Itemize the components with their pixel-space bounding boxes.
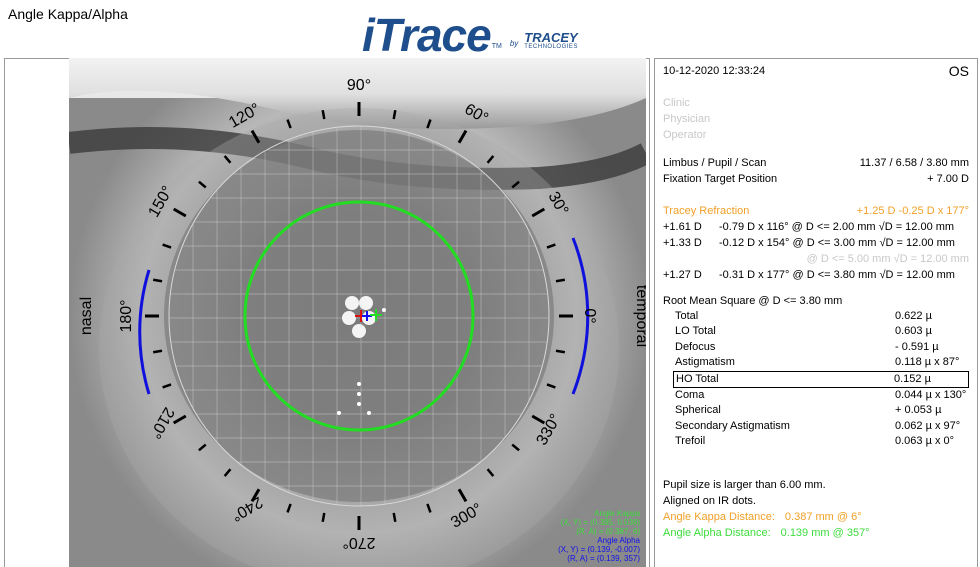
refraction-header: Tracey Refraction +1.25 D -0.25 D x 177° bbox=[663, 203, 969, 219]
angle-label-180: 180° bbox=[118, 299, 135, 332]
eye-overlay-svg: 90° 60° 30° 0° 330° 300° 270° 240° 210° … bbox=[69, 58, 646, 567]
angle-tick bbox=[392, 512, 397, 523]
rms-row: LO Total 0.603 µ bbox=[675, 325, 932, 338]
overlay-kappa-title: Angle Kappa bbox=[594, 509, 640, 518]
angle-label-0: 0° bbox=[581, 308, 598, 323]
temporal-label: temporal bbox=[633, 285, 646, 347]
nasal-label: nasal bbox=[78, 297, 95, 335]
alpha-distance-row: Angle Alpha Distance: 0.139 mm @ 357° bbox=[663, 525, 969, 541]
refraction-row: @ D <= 5.00 mm √D = 12.00 mm bbox=[806, 253, 969, 265]
overlay-alpha-title: Angle Alpha bbox=[597, 536, 640, 545]
alpha-label: Angle Alpha Distance: bbox=[663, 527, 771, 539]
kappa-distance-row: Angle Kappa Distance: 0.387 mm @ 6° bbox=[663, 509, 969, 525]
rms-row: Spherical + 0.053 µ bbox=[675, 404, 942, 417]
angle-tick bbox=[555, 349, 566, 354]
angle-tick bbox=[555, 278, 566, 283]
rms-row: Astigmatism 0.118 µ x 87° bbox=[675, 356, 960, 369]
rms-row: Secondary Astigmatism 0.062 µ x 97° bbox=[675, 419, 961, 432]
page-title: Angle Kappa/Alpha bbox=[8, 6, 128, 22]
angle-tick bbox=[321, 512, 326, 523]
rms-row: Total 0.622 µ bbox=[675, 310, 932, 322]
overlay-alpha-ra: (R, A) = (0.139, 357) bbox=[567, 554, 640, 563]
operator-label: Operator bbox=[663, 129, 707, 141]
angle-tick bbox=[392, 109, 397, 120]
alpha-value: 0.139 mm @ 357° bbox=[780, 527, 870, 539]
eye-side: OS bbox=[948, 63, 969, 79]
angle-tick bbox=[152, 278, 163, 283]
kappa-value: 0.387 mm @ 6° bbox=[784, 511, 862, 523]
clinic-label: Clinic bbox=[663, 97, 690, 109]
overlay-alpha-xy: (X, Y) = (0.139, -0.007) bbox=[558, 545, 640, 554]
rms-row-ho-total: HO Total 0.152 µ bbox=[673, 370, 969, 388]
refraction-row: +1.61 D -0.79 D x 116° @ D <= 2.00 mm √D… bbox=[663, 221, 955, 233]
fixation-row: Fixation Target Position + 7.00 D bbox=[663, 171, 969, 187]
angle-overlay-text: Angle Kappa (X, Y) = (0.385, 0.038) (R, … bbox=[558, 509, 640, 563]
tracey-logo: TRACEY TECHNOLOGIES bbox=[524, 31, 578, 50]
logo-company-sub: TECHNOLOGIES bbox=[524, 44, 578, 50]
datetime-row: 10-12-2020 12:33:24 OS bbox=[663, 63, 969, 79]
logo-main: iTrace bbox=[362, 9, 492, 61]
angle-label-90: 90° bbox=[347, 77, 371, 94]
overlay-kappa-xy: (X, Y) = (0.385, 0.038) bbox=[560, 518, 640, 527]
limbus-row: Limbus / Pupil / Scan 11.37 / 6.58 / 3.8… bbox=[663, 155, 969, 171]
pupil-note: Pupil size is larger than 6.00 mm. bbox=[663, 479, 826, 491]
limbus-value: 11.37 / 6.58 / 3.80 mm bbox=[859, 157, 969, 169]
physician-label: Physician bbox=[663, 113, 711, 125]
logo-company: TRACEY bbox=[524, 30, 578, 45]
refraction-value: +1.25 D -0.25 D x 177° bbox=[856, 205, 969, 217]
rms-row: Coma 0.044 µ x 130° bbox=[675, 388, 967, 401]
rms-row: Defocus - 0.591 µ bbox=[675, 340, 939, 353]
limbus-label: Limbus / Pupil / Scan bbox=[663, 157, 767, 169]
logo-by: by bbox=[509, 39, 519, 48]
angle-label-270: 270° bbox=[342, 534, 375, 551]
exam-datetime: 10-12-2020 12:33:24 bbox=[663, 65, 766, 77]
fixation-label: Fixation Target Position bbox=[663, 173, 778, 185]
eye-image-view[interactable]: 90° 60° 30° 0° 330° 300° 270° 240° 210° … bbox=[69, 58, 646, 567]
overlay-kappa-ra: (R, A) = (0.387, 6) bbox=[576, 527, 640, 536]
angle-tick bbox=[321, 109, 326, 120]
rms-row: Trefoil 0.063 µ x 0° bbox=[675, 435, 955, 448]
refraction-row: +1.27 D -0.31 D x 177° @ D <= 3.80 mm √D… bbox=[663, 269, 955, 281]
logo-tm: TM bbox=[491, 43, 502, 50]
refraction-label: Tracey Refraction bbox=[663, 205, 750, 217]
refraction-row: +1.33 D -0.12 D x 154° @ D <= 3.00 mm √D… bbox=[663, 237, 955, 249]
angle-tick bbox=[152, 349, 163, 354]
itrace-logo: iTrace TM by TRACEY TECHNOLOGIES bbox=[362, 9, 578, 61]
aligned-note: Aligned on IR dots. bbox=[663, 495, 756, 507]
rms-title: Root Mean Square @ D <= 3.80 mm bbox=[663, 295, 843, 307]
kappa-label: Angle Kappa Distance: bbox=[663, 511, 775, 523]
fixation-value: + 7.00 D bbox=[927, 173, 969, 185]
info-panel: 10-12-2020 12:33:24 OS Clinic Physician … bbox=[654, 58, 978, 567]
